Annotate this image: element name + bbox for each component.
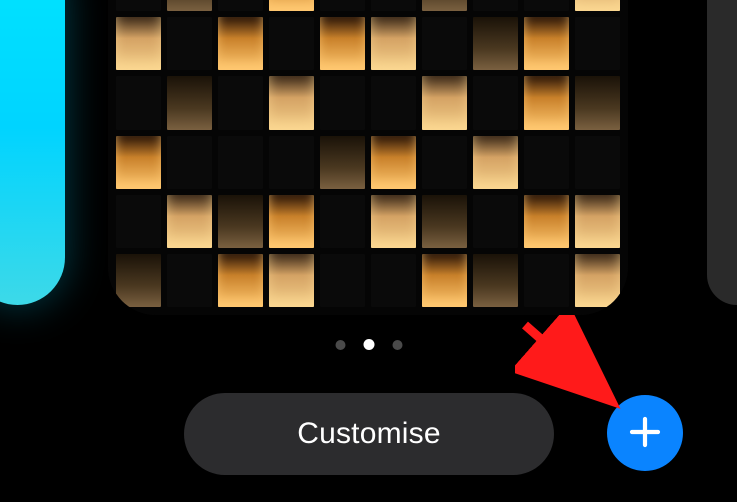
page-dot-0[interactable] — [335, 340, 345, 350]
plus-icon — [626, 413, 664, 454]
add-button[interactable] — [607, 395, 683, 471]
customise-button[interactable]: Customise — [184, 393, 554, 475]
wallpaper-card-previous[interactable] — [0, 0, 65, 305]
wallpaper-card-current[interactable] — [108, 0, 628, 315]
wallpaper-preview-image — [108, 0, 628, 315]
page-dot-1[interactable] — [363, 339, 374, 350]
wallpaper-card-next[interactable] — [707, 0, 737, 305]
customise-label: Customise — [297, 417, 441, 451]
page-dot-2[interactable] — [392, 340, 402, 350]
page-indicator — [335, 339, 402, 350]
